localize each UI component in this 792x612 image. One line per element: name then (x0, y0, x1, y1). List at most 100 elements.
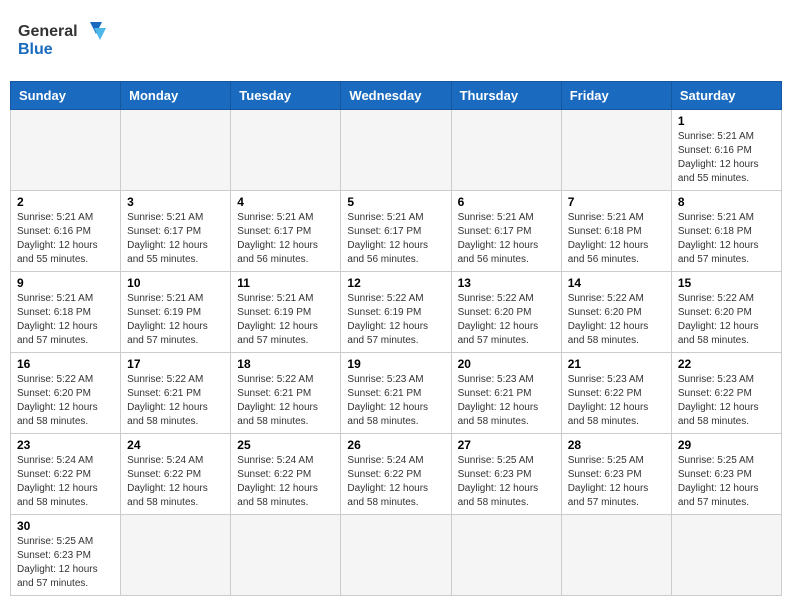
day-info: Sunrise: 5:21 AM Sunset: 6:17 PM Dayligh… (458, 211, 555, 267)
calendar-cell (341, 110, 451, 191)
calendar-cell (561, 515, 671, 596)
weekday-header-friday: Friday (561, 82, 671, 110)
weekday-header-monday: Monday (121, 82, 231, 110)
day-info: Sunrise: 5:21 AM Sunset: 6:17 PM Dayligh… (127, 211, 224, 267)
weekday-header-saturday: Saturday (671, 82, 781, 110)
day-number: 23 (17, 438, 114, 452)
day-number: 16 (17, 357, 114, 371)
day-number: 22 (678, 357, 775, 371)
calendar-cell: 11Sunrise: 5:21 AM Sunset: 6:19 PM Dayli… (231, 272, 341, 353)
day-number: 17 (127, 357, 224, 371)
day-number: 29 (678, 438, 775, 452)
calendar-cell: 15Sunrise: 5:22 AM Sunset: 6:20 PM Dayli… (671, 272, 781, 353)
calendar-cell: 20 Sunrise: 5:23 AM Sunset: 6:21 PM Dayli… (451, 353, 561, 434)
day-number: 8 (678, 195, 775, 209)
day-number: 9 (17, 276, 114, 290)
header: General Blue (10, 10, 782, 73)
calendar-cell: 29 Sunrise: 5:25 AM Sunset: 6:23 PM Dayli… (671, 434, 781, 515)
calendar-cell (671, 515, 781, 596)
day-number: 10 (127, 276, 224, 290)
week-row-3: 9 Sunrise: 5:21 AM Sunset: 6:18 PM Daylig… (11, 272, 782, 353)
day-info: Sunrise: 5:21 AM Sunset: 6:17 PM Dayligh… (347, 211, 444, 267)
calendar-cell: 4 Sunrise: 5:21 AM Sunset: 6:17 PM Daylig… (231, 191, 341, 272)
calendar-cell (11, 110, 121, 191)
day-number: 26 (347, 438, 444, 452)
day-info: Sunrise: 5:23 AM Sunset: 6:22 PM Dayligh… (568, 373, 665, 429)
day-info: Sunrise: 5:21 AM Sunset: 6:18 PM Dayligh… (568, 211, 665, 267)
day-number: 25 (237, 438, 334, 452)
day-number: 2 (17, 195, 114, 209)
week-row-1: 1 Sunrise: 5:21 AM Sunset: 6:16 PM Daylig… (11, 110, 782, 191)
day-info: Sunrise: 5:24 AM Sunset: 6:22 PM Dayligh… (17, 454, 114, 510)
calendar-cell (121, 515, 231, 596)
weekday-header-thursday: Thursday (451, 82, 561, 110)
day-number: 4 (237, 195, 334, 209)
day-number: 24 (127, 438, 224, 452)
day-number: 20 (458, 357, 555, 371)
day-info: Sunrise: 5:23 AM Sunset: 6:21 PM Dayligh… (347, 373, 444, 429)
calendar-cell: 2 Sunrise: 5:21 AM Sunset: 6:16 PM Daylig… (11, 191, 121, 272)
calendar-cell (561, 110, 671, 191)
weekday-header-wednesday: Wednesday (341, 82, 451, 110)
day-number: 6 (458, 195, 555, 209)
day-number: 7 (568, 195, 665, 209)
day-number: 27 (458, 438, 555, 452)
day-info: Sunrise: 5:24 AM Sunset: 6:22 PM Dayligh… (127, 454, 224, 510)
calendar-table: SundayMondayTuesdayWednesdayThursdayFrid… (10, 81, 782, 596)
weekday-header-sunday: Sunday (11, 82, 121, 110)
day-info: Sunrise: 5:23 AM Sunset: 6:21 PM Dayligh… (458, 373, 555, 429)
calendar-cell: 6 Sunrise: 5:21 AM Sunset: 6:17 PM Daylig… (451, 191, 561, 272)
calendar-cell: 17 Sunrise: 5:22 AM Sunset: 6:21 PM Dayli… (121, 353, 231, 434)
day-info: Sunrise: 5:22 AM Sunset: 6:21 PM Dayligh… (237, 373, 334, 429)
day-info: Sunrise: 5:21 AM Sunset: 6:18 PM Dayligh… (17, 292, 114, 348)
day-info: Sunrise: 5:21 AM Sunset: 6:16 PM Dayligh… (17, 211, 114, 267)
svg-text:Blue: Blue (18, 41, 53, 58)
day-number: 14 (568, 276, 665, 290)
calendar-cell: 26 Sunrise: 5:24 AM Sunset: 6:22 PM Dayli… (341, 434, 451, 515)
calendar-cell: 24 Sunrise: 5:24 AM Sunset: 6:22 PM Dayli… (121, 434, 231, 515)
week-row-5: 23 Sunrise: 5:24 AM Sunset: 6:22 PM Dayli… (11, 434, 782, 515)
calendar-cell: 5Sunrise: 5:21 AM Sunset: 6:17 PM Daylig… (341, 191, 451, 272)
calendar-cell: 3 Sunrise: 5:21 AM Sunset: 6:17 PM Daylig… (121, 191, 231, 272)
calendar-cell: 10 Sunrise: 5:21 AM Sunset: 6:19 PM Dayli… (121, 272, 231, 353)
day-number: 15 (678, 276, 775, 290)
day-info: Sunrise: 5:25 AM Sunset: 6:23 PM Dayligh… (568, 454, 665, 510)
logo-text: General Blue (18, 14, 108, 69)
day-info: Sunrise: 5:21 AM Sunset: 6:17 PM Dayligh… (237, 211, 334, 267)
day-info: Sunrise: 5:21 AM Sunset: 6:18 PM Dayligh… (678, 211, 775, 267)
week-row-6: 30Sunrise: 5:25 AM Sunset: 6:23 PM Dayli… (11, 515, 782, 596)
calendar-cell: 8 Sunrise: 5:21 AM Sunset: 6:18 PM Daylig… (671, 191, 781, 272)
day-info: Sunrise: 5:22 AM Sunset: 6:20 PM Dayligh… (568, 292, 665, 348)
calendar-cell: 7 Sunrise: 5:21 AM Sunset: 6:18 PM Daylig… (561, 191, 671, 272)
day-number: 1 (678, 114, 775, 128)
day-info: Sunrise: 5:22 AM Sunset: 6:20 PM Dayligh… (458, 292, 555, 348)
day-info: Sunrise: 5:21 AM Sunset: 6:16 PM Dayligh… (678, 130, 775, 186)
day-info: Sunrise: 5:25 AM Sunset: 6:23 PM Dayligh… (678, 454, 775, 510)
day-number: 18 (237, 357, 334, 371)
day-number: 21 (568, 357, 665, 371)
day-info: Sunrise: 5:24 AM Sunset: 6:22 PM Dayligh… (347, 454, 444, 510)
calendar-cell (451, 110, 561, 191)
calendar-cell: 1 Sunrise: 5:21 AM Sunset: 6:16 PM Daylig… (671, 110, 781, 191)
calendar-cell (121, 110, 231, 191)
day-info: Sunrise: 5:25 AM Sunset: 6:23 PM Dayligh… (17, 535, 114, 591)
day-info: Sunrise: 5:21 AM Sunset: 6:19 PM Dayligh… (237, 292, 334, 348)
calendar-cell: 16Sunrise: 5:22 AM Sunset: 6:20 PM Dayli… (11, 353, 121, 434)
calendar-cell: 23 Sunrise: 5:24 AM Sunset: 6:22 PM Dayli… (11, 434, 121, 515)
day-number: 12 (347, 276, 444, 290)
day-info: Sunrise: 5:22 AM Sunset: 6:21 PM Dayligh… (127, 373, 224, 429)
day-number: 19 (347, 357, 444, 371)
calendar-cell: 27 Sunrise: 5:25 AM Sunset: 6:23 PM Dayli… (451, 434, 561, 515)
calendar-cell: 12 Sunrise: 5:22 AM Sunset: 6:19 PM Dayli… (341, 272, 451, 353)
day-info: Sunrise: 5:25 AM Sunset: 6:23 PM Dayligh… (458, 454, 555, 510)
weekday-header-row: SundayMondayTuesdayWednesdayThursdayFrid… (11, 82, 782, 110)
day-info: Sunrise: 5:21 AM Sunset: 6:19 PM Dayligh… (127, 292, 224, 348)
day-number: 3 (127, 195, 224, 209)
week-row-4: 16Sunrise: 5:22 AM Sunset: 6:20 PM Dayli… (11, 353, 782, 434)
calendar-cell: 9 Sunrise: 5:21 AM Sunset: 6:18 PM Daylig… (11, 272, 121, 353)
svg-text:General: General (18, 23, 78, 40)
day-info: Sunrise: 5:22 AM Sunset: 6:19 PM Dayligh… (347, 292, 444, 348)
calendar-cell (231, 515, 341, 596)
calendar-cell (231, 110, 341, 191)
day-info: Sunrise: 5:23 AM Sunset: 6:22 PM Dayligh… (678, 373, 775, 429)
